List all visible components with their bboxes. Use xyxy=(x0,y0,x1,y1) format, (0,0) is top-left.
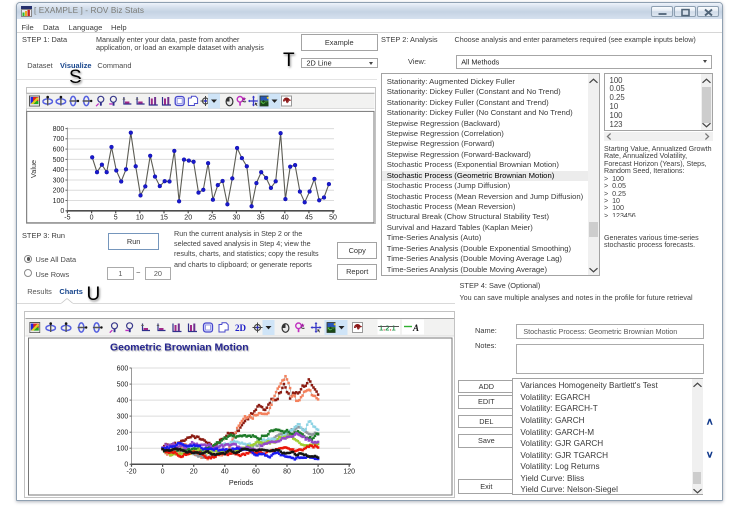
svg-text:35: 35 xyxy=(257,215,265,222)
svg-text:600: 600 xyxy=(53,147,65,154)
svg-text:500: 500 xyxy=(53,157,65,164)
svg-text:15: 15 xyxy=(160,215,168,222)
svg-text:5: 5 xyxy=(114,215,118,222)
svg-text:40: 40 xyxy=(281,215,289,222)
svg-text:300: 300 xyxy=(53,177,65,184)
svg-text:100: 100 xyxy=(53,198,65,205)
svg-text:800: 800 xyxy=(53,126,65,133)
svg-text:50: 50 xyxy=(329,215,337,222)
svg-text:Value: Value xyxy=(29,160,38,178)
svg-text:10: 10 xyxy=(136,215,144,222)
svg-text:0: 0 xyxy=(90,215,94,222)
svg-text:200: 200 xyxy=(53,188,65,195)
svg-text:45: 45 xyxy=(305,215,313,222)
svg-text:20: 20 xyxy=(184,215,192,222)
svg-text:-5: -5 xyxy=(64,215,70,222)
svg-text:30: 30 xyxy=(233,215,241,222)
svg-text:25: 25 xyxy=(208,215,216,222)
svg-text:0: 0 xyxy=(60,208,64,215)
svg-text:700: 700 xyxy=(53,136,65,143)
svg-text:400: 400 xyxy=(53,167,65,174)
